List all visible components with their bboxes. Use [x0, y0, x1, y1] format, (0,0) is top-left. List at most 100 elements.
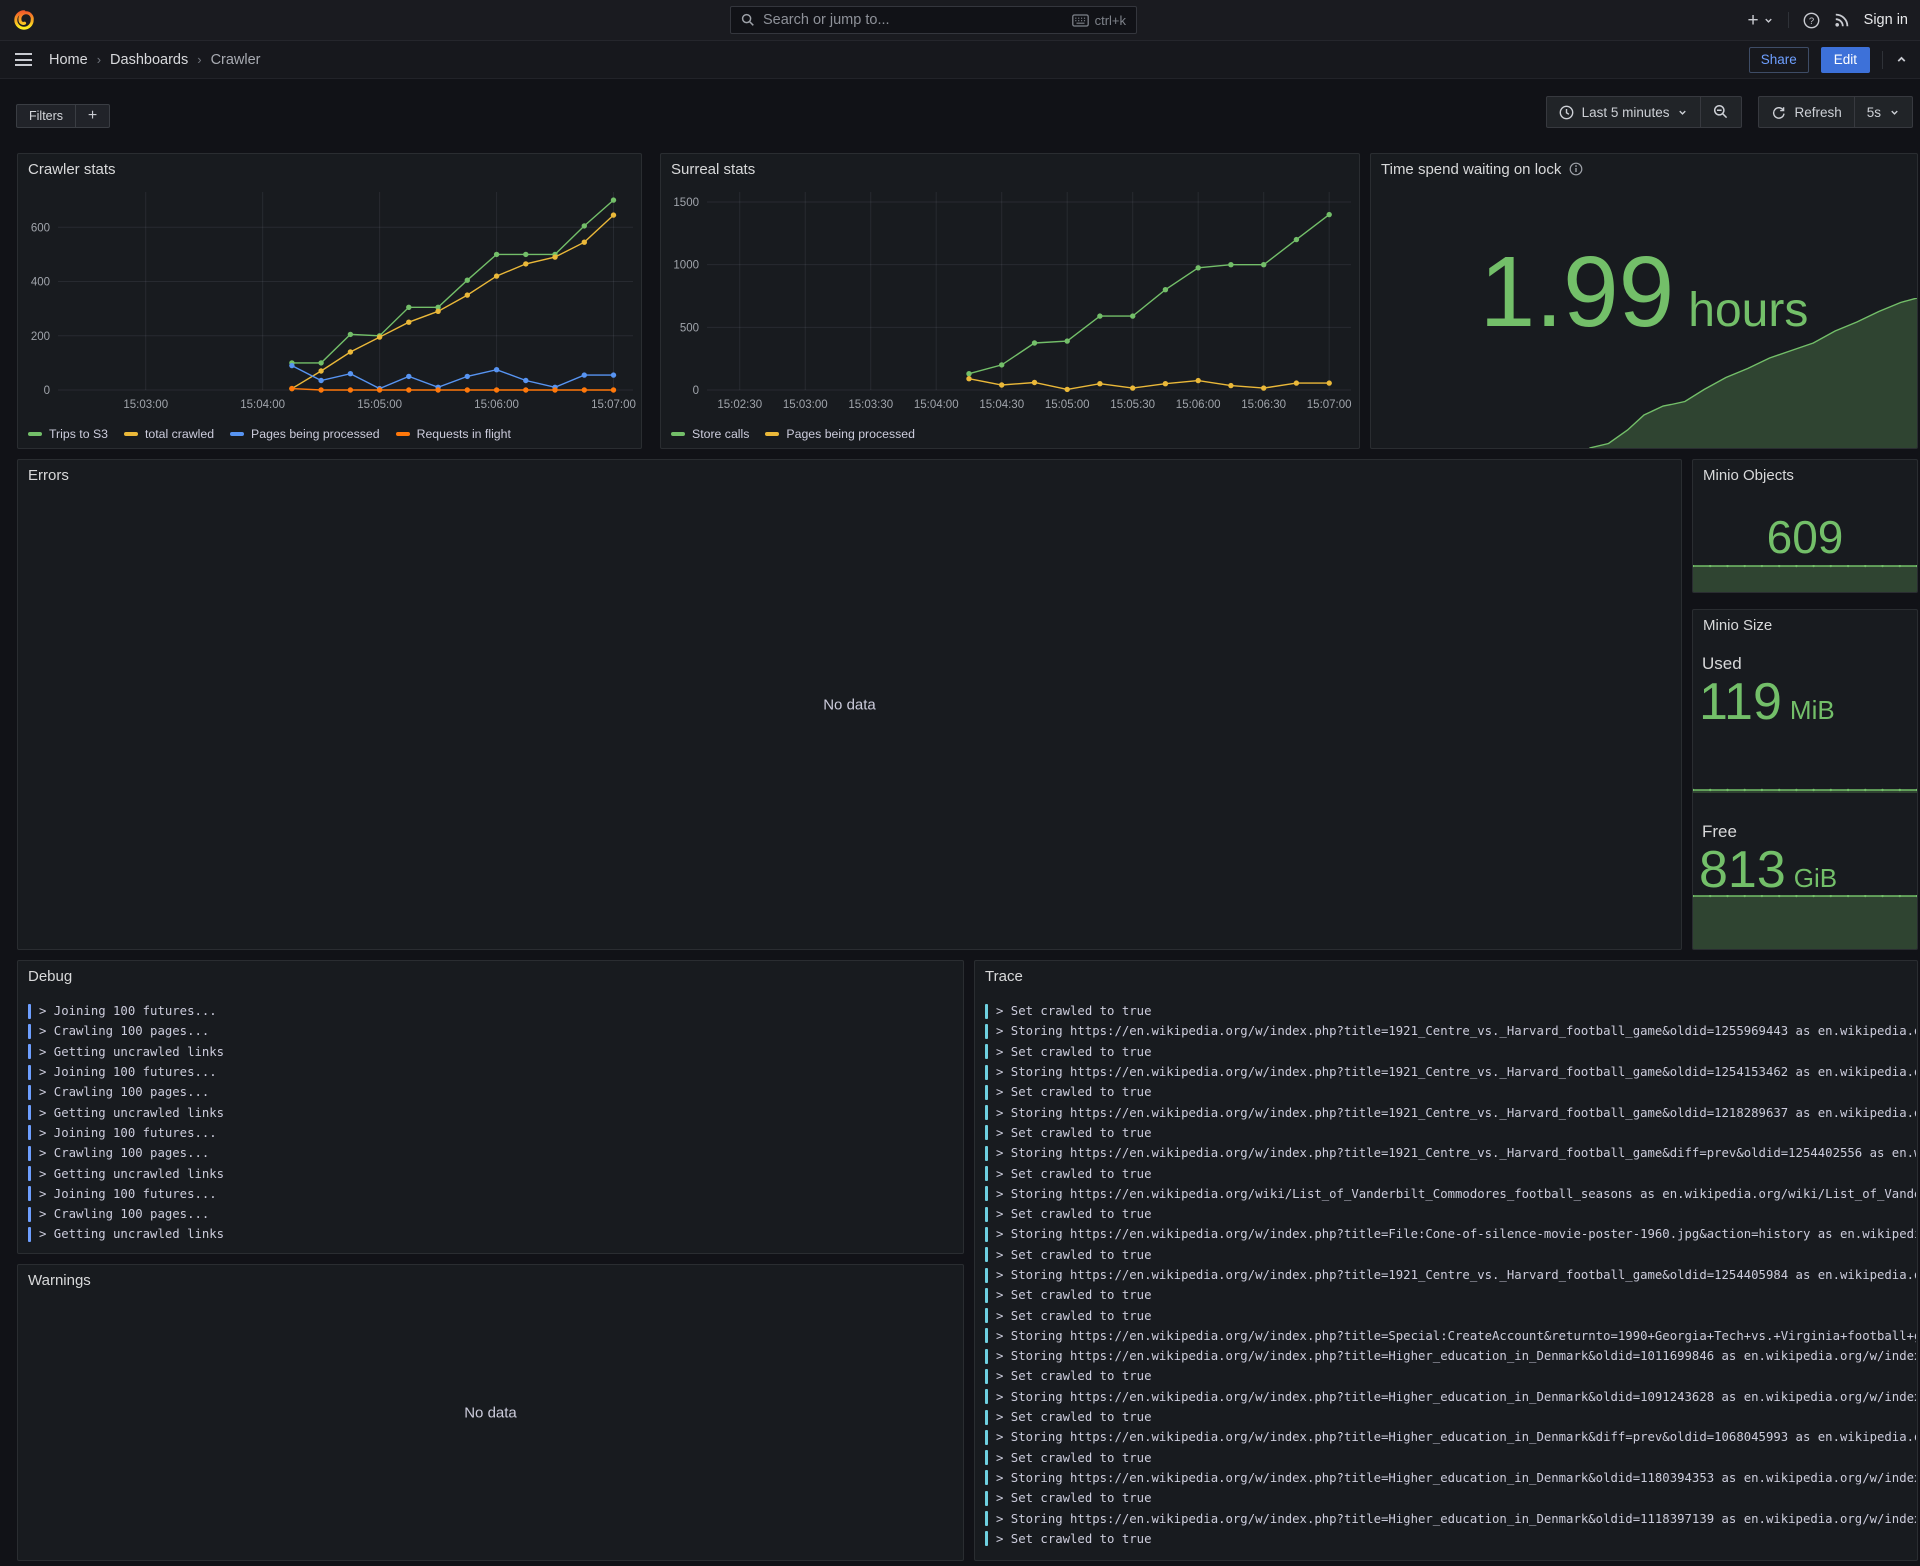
log-line[interactable]: > Getting uncrawled links	[28, 1224, 962, 1244]
svg-text:15:07:00: 15:07:00	[1307, 399, 1352, 411]
menu-toggle-icon[interactable]	[15, 53, 32, 66]
log-line[interactable]: > Getting uncrawled links	[28, 1102, 962, 1122]
share-button[interactable]: Share	[1749, 47, 1809, 73]
log-line[interactable]: > Storing https://en.wikipedia.org/w/ind…	[985, 1326, 1916, 1346]
log-line[interactable]: > Storing https://en.wikipedia.org/w/ind…	[985, 1387, 1916, 1407]
zoom-out-button[interactable]	[1700, 97, 1741, 127]
panel-errors: Errors No data	[17, 459, 1682, 950]
edit-button[interactable]: Edit	[1821, 47, 1870, 73]
breadcrumb-dashboards[interactable]: Dashboards	[110, 52, 188, 68]
log-line[interactable]: > Set crawled to true	[985, 1366, 1916, 1386]
log-text: > Storing https://en.wikipedia.org/w/ind…	[996, 1512, 1916, 1526]
log-line[interactable]: > Joining 100 futures...	[28, 1123, 962, 1143]
panel-title[interactable]: Errors	[18, 460, 1681, 490]
time-range-picker[interactable]: Last 5 minutes	[1547, 97, 1701, 127]
chevron-up-icon[interactable]	[1895, 53, 1908, 66]
legend-item[interactable]: total crawled	[124, 427, 214, 441]
log-line[interactable]: > Crawling 100 pages...	[28, 1143, 962, 1163]
panel-trace: Trace > Set crawled to true> Storing htt…	[974, 960, 1918, 1561]
log-line[interactable]: > Set crawled to true	[985, 1001, 1916, 1021]
panel-title[interactable]: Time spend waiting on lock	[1381, 161, 1561, 178]
log-line[interactable]: > Getting uncrawled links	[28, 1163, 962, 1183]
crawler-stats-chart[interactable]: 020040060015:03:0015:04:0015:05:0015:06:…	[18, 184, 641, 414]
log-level-bar	[985, 1531, 988, 1546]
log-line[interactable]: > Set crawled to true	[985, 1407, 1916, 1427]
legend-item[interactable]: Pages being processed	[230, 427, 380, 441]
panel-title[interactable]: Minio Size	[1693, 610, 1917, 640]
log-text: > Storing https://en.wikipedia.org/w/ind…	[996, 1227, 1916, 1241]
log-line[interactable]: > Joining 100 futures...	[28, 1062, 962, 1082]
help-icon[interactable]: ?	[1803, 12, 1820, 29]
log-line[interactable]: > Set crawled to true	[985, 1488, 1916, 1508]
grafana-logo-icon[interactable]	[13, 9, 35, 31]
svg-text:15:04:00: 15:04:00	[240, 399, 285, 411]
log-line[interactable]: > Storing https://en.wikipedia.org/w/ind…	[985, 1468, 1916, 1488]
log-line[interactable]: > Joining 100 futures...	[28, 1184, 962, 1204]
svg-text:15:05:30: 15:05:30	[1110, 399, 1155, 411]
log-line[interactable]: > Crawling 100 pages...	[28, 1082, 962, 1102]
log-line[interactable]: > Set crawled to true	[985, 1529, 1916, 1549]
log-line[interactable]: > Storing https://en.wikipedia.org/w/ind…	[985, 1143, 1916, 1163]
legend-item[interactable]: Trips to S3	[28, 427, 108, 441]
legend-label: Pages being processed	[251, 427, 380, 441]
log-line[interactable]: > Storing https://en.wikipedia.org/w/ind…	[985, 1224, 1916, 1244]
legend-item[interactable]: Requests in flight	[396, 427, 511, 441]
log-line[interactable]: > Set crawled to true	[985, 1042, 1916, 1062]
log-line[interactable]: > Set crawled to true	[985, 1082, 1916, 1102]
news-rss-icon[interactable]	[1834, 12, 1850, 28]
log-line[interactable]: > Storing https://en.wikipedia.org/w/ind…	[985, 1021, 1916, 1041]
legend-item[interactable]: Pages being processed	[765, 427, 915, 441]
refresh-interval-select[interactable]: 5s	[1854, 97, 1912, 127]
log-line[interactable]: > Set crawled to true	[985, 1163, 1916, 1183]
svg-text:600: 600	[31, 222, 50, 234]
panel-title[interactable]: Debug	[18, 961, 963, 991]
log-line[interactable]: > Storing https://en.wikipedia.org/w/ind…	[985, 1062, 1916, 1082]
legend-item[interactable]: Store calls	[671, 427, 749, 441]
trace-log-list[interactable]: > Set crawled to true> Storing https://e…	[975, 991, 1916, 1559]
debug-log-list[interactable]: > Joining 100 futures...> Crawling 100 p…	[18, 991, 962, 1252]
add-filter-button[interactable]: +	[76, 104, 110, 128]
log-line[interactable]: > Storing https://en.wikipedia.org/w/ind…	[985, 1346, 1916, 1366]
search-input[interactable]: Search or jump to... ctrl+k	[730, 6, 1137, 34]
stat-unit: MiB	[1790, 697, 1835, 723]
log-line[interactable]: > Set crawled to true	[985, 1285, 1916, 1305]
log-line[interactable]: > Set crawled to true	[985, 1245, 1916, 1265]
log-line[interactable]: > Crawling 100 pages...	[28, 1204, 962, 1224]
log-line[interactable]: > Set crawled to true	[985, 1305, 1916, 1325]
log-line[interactable]: > Storing https://en.wikipedia.org/w/ind…	[985, 1427, 1916, 1447]
log-text: > Set crawled to true	[996, 1045, 1151, 1059]
stat-value: 1.99	[1480, 242, 1675, 342]
log-level-bar	[985, 1369, 988, 1384]
panel-title[interactable]: Surreal stats	[661, 154, 1359, 184]
svg-text:15:05:00: 15:05:00	[1045, 399, 1090, 411]
used-stat: 119 MiB	[1699, 676, 1835, 728]
panel-title[interactable]: Trace	[975, 961, 1917, 991]
log-level-bar	[985, 1308, 988, 1323]
panel-title[interactable]: Crawler stats	[18, 154, 641, 184]
log-text: > Getting uncrawled links	[39, 1167, 224, 1181]
sign-in-button[interactable]: Sign in	[1864, 12, 1908, 28]
log-line[interactable]: > Crawling 100 pages...	[28, 1021, 962, 1041]
log-line[interactable]: > Set crawled to true	[985, 1123, 1916, 1143]
log-line[interactable]: > Getting uncrawled links	[28, 1042, 962, 1062]
log-level-bar	[985, 1410, 988, 1425]
log-line[interactable]: > Joining 100 futures...	[28, 1001, 962, 1021]
filters-button[interactable]: Filters	[16, 104, 76, 128]
log-text: > Storing https://en.wikipedia.org/wiki/…	[996, 1187, 1916, 1201]
log-line[interactable]: > Storing https://en.wikipedia.org/w/ind…	[985, 1265, 1916, 1285]
breadcrumb-separator: ›	[97, 52, 101, 67]
log-line[interactable]: > Storing https://en.wikipedia.org/wiki/…	[985, 1184, 1916, 1204]
log-line[interactable]: > Set crawled to true	[985, 1204, 1916, 1224]
panel-warnings: Warnings No data	[17, 1264, 964, 1561]
log-line[interactable]: > Set crawled to true	[985, 1448, 1916, 1468]
breadcrumb-home[interactable]: Home	[49, 52, 88, 68]
log-line[interactable]: > Storing https://en.wikipedia.org/w/ind…	[985, 1508, 1916, 1528]
panel-title[interactable]: Warnings	[18, 1265, 963, 1295]
info-icon[interactable]	[1569, 162, 1583, 176]
surreal-stats-chart[interactable]: 05001000150015:02:3015:03:0015:03:3015:0…	[661, 184, 1359, 414]
new-button[interactable]: +	[1748, 11, 1774, 30]
chevron-down-icon	[1677, 107, 1688, 118]
panel-title[interactable]: Minio Objects	[1693, 460, 1917, 490]
refresh-button[interactable]: Refresh	[1759, 97, 1853, 127]
log-line[interactable]: > Storing https://en.wikipedia.org/w/ind…	[985, 1102, 1916, 1122]
